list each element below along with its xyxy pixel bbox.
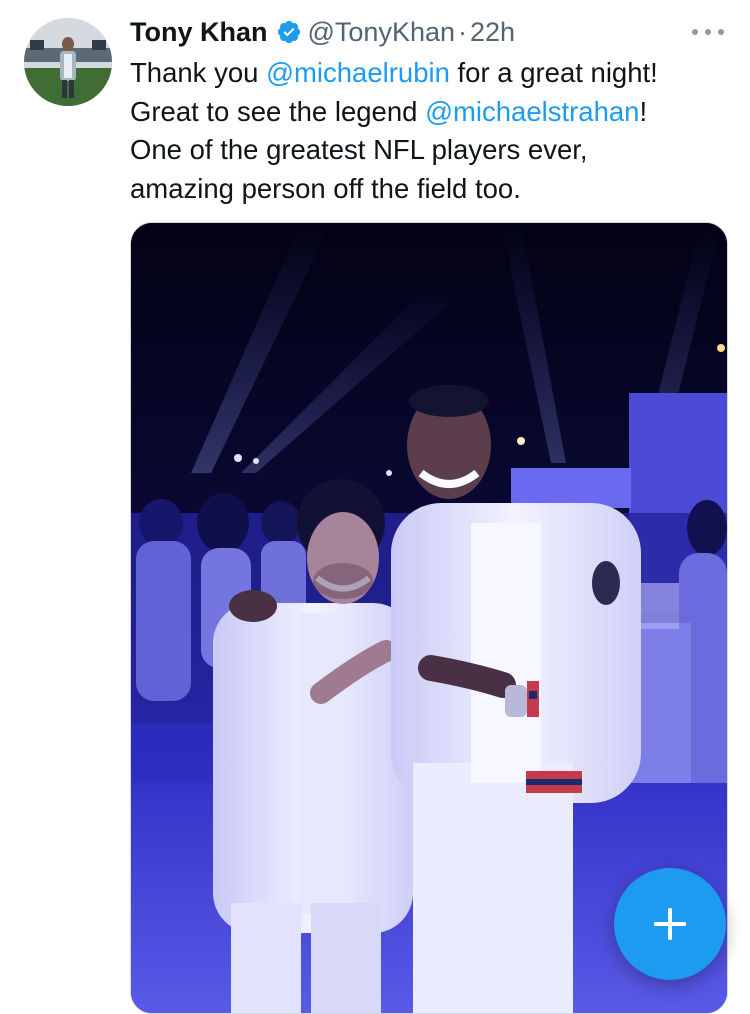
avatar[interactable] xyxy=(24,18,112,106)
more-dot xyxy=(718,29,724,35)
tweet-line: Thank you @michaelrubin for a great nigh… xyxy=(130,54,730,93)
tweet-text: Thank you @michaelrubin for a great nigh… xyxy=(130,54,730,208)
timestamp[interactable]: 22h xyxy=(470,17,515,48)
text-segment: Great to see the legend xyxy=(130,95,426,127)
plus-icon xyxy=(654,908,686,940)
text-segment: for a great night! xyxy=(449,57,658,88)
text-segment: Thank you xyxy=(130,57,267,88)
tweet-line: One of the greatest NFL players ever, xyxy=(130,131,730,170)
text-segment: amazing person off the field too. xyxy=(130,172,521,204)
avatar-photo xyxy=(24,18,112,106)
text-segment: ! xyxy=(639,95,648,127)
author-name[interactable]: Tony Khan xyxy=(130,17,268,48)
text-segment: One of the greatest NFL players ever, xyxy=(130,134,588,165)
author-handle[interactable]: @TonyKhan xyxy=(308,17,456,48)
separator-dot: · xyxy=(458,16,467,47)
mention-link[interactable]: @michaelrubin xyxy=(266,57,450,88)
more-dots-icon[interactable] xyxy=(692,18,724,46)
tweet-line: amazing person off the field too. xyxy=(130,170,730,209)
more-dot xyxy=(692,29,698,35)
compose-button[interactable] xyxy=(614,868,726,980)
mention-link[interactable]: @michaelstrahan xyxy=(425,96,639,127)
tweet-header: Tony Khan @TonyKhan · 22h xyxy=(130,14,515,50)
more-dot xyxy=(705,29,711,35)
tweet-line: Great to see the legend @michaelstrahan! xyxy=(130,93,730,132)
verified-badge-icon[interactable] xyxy=(276,19,302,45)
